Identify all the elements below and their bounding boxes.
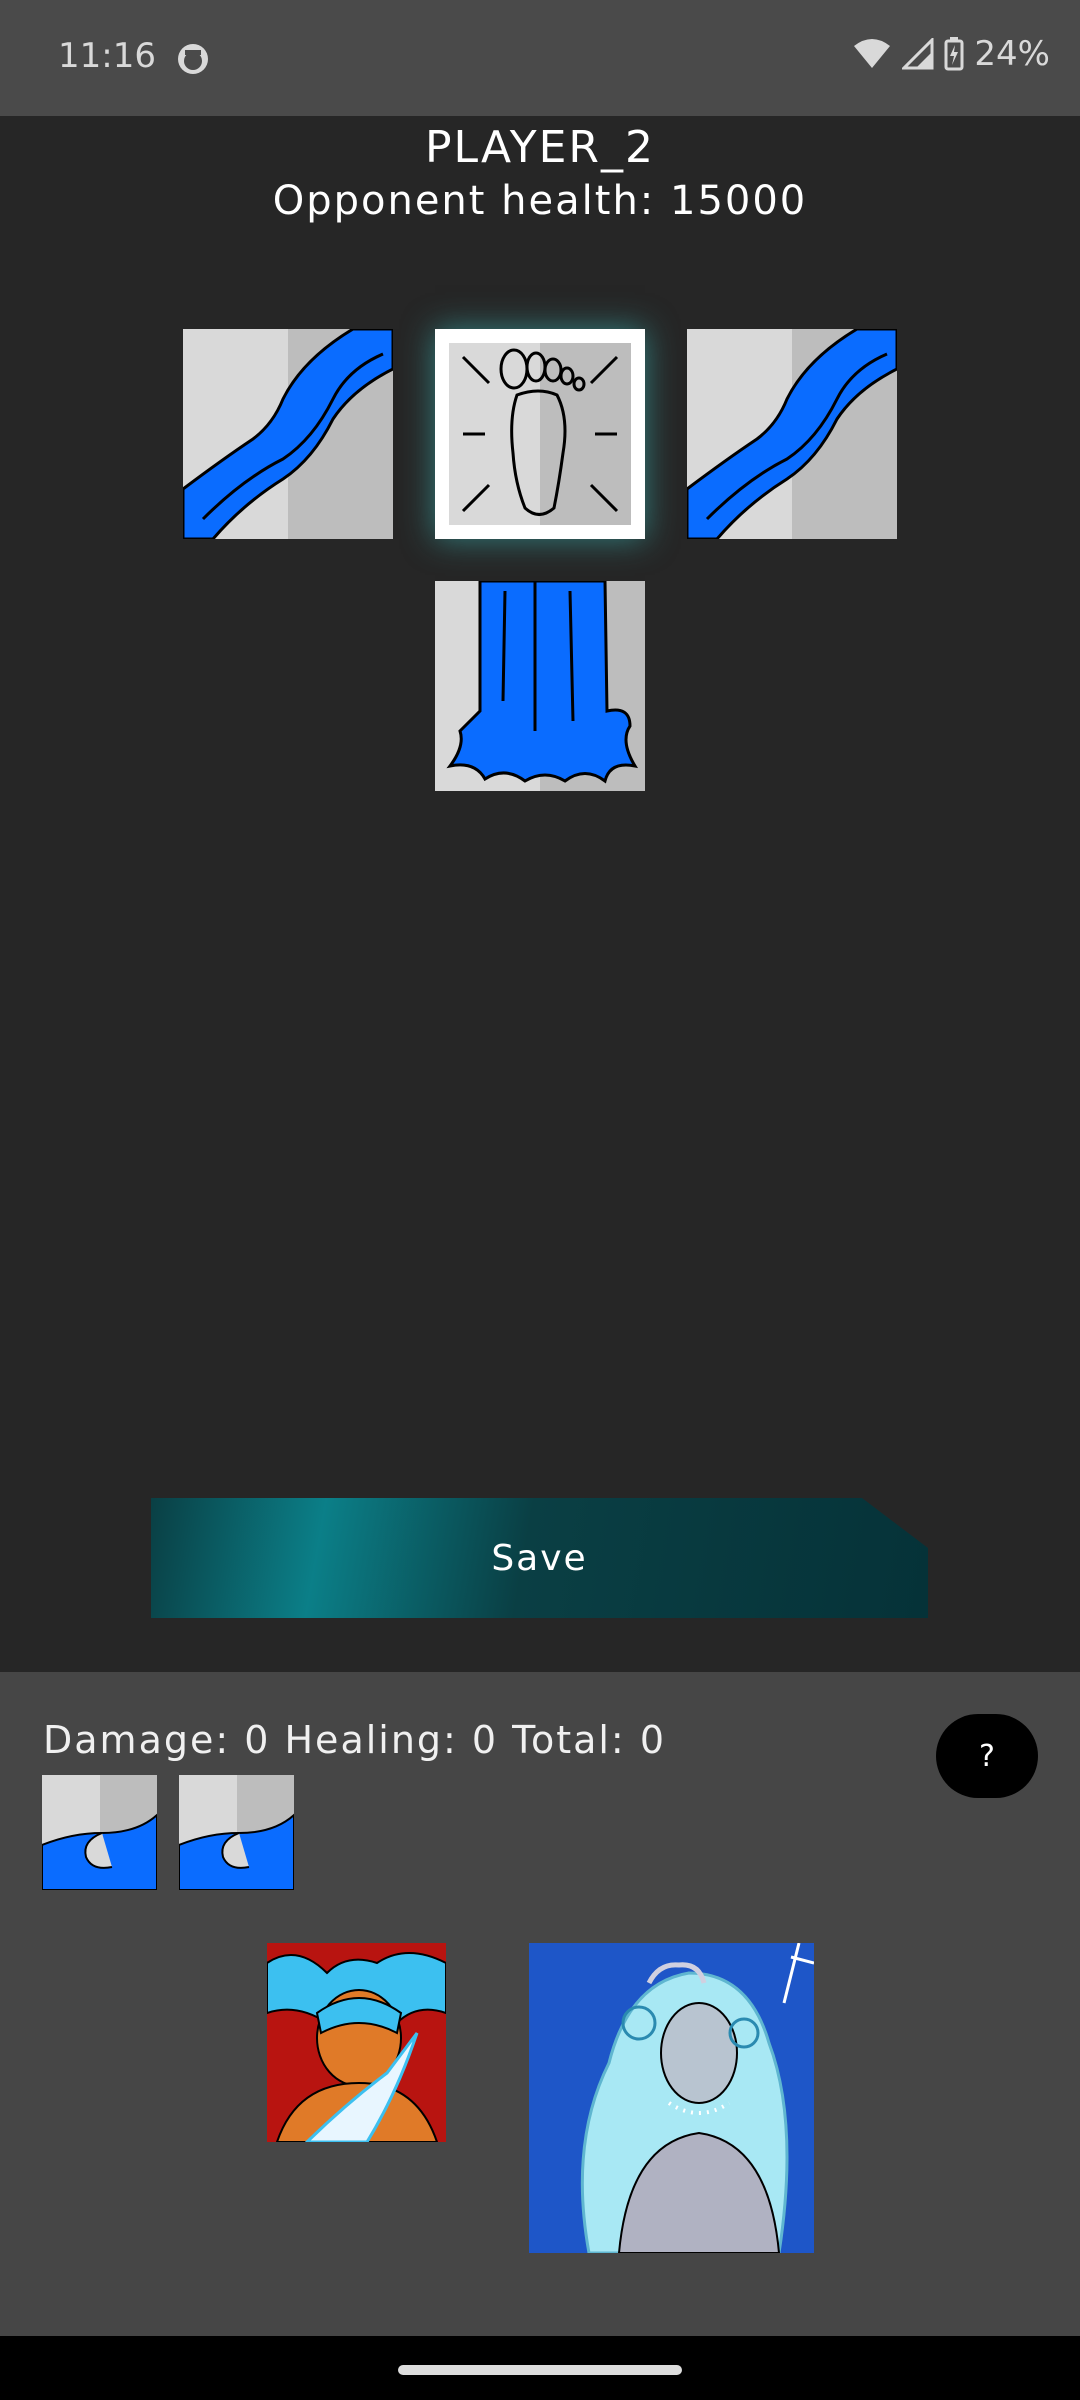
app-notification-icon [178, 44, 208, 74]
save-button[interactable]: Save [151, 1498, 928, 1618]
hand-card-wave-1[interactable] [42, 1775, 157, 1890]
wave-icon [179, 1775, 294, 1890]
river-icon [183, 329, 393, 539]
status-time: 11:16 [58, 36, 156, 76]
river-icon [687, 329, 897, 539]
portrait-ice-queen[interactable] [529, 1943, 814, 2253]
battery-icon [944, 37, 964, 71]
hand-card-wave-2[interactable] [179, 1775, 294, 1890]
opponent-health: Opponent health: 15000 [272, 178, 808, 224]
board-tile-waterfall[interactable] [435, 581, 645, 791]
board-tile-river-right[interactable] [687, 329, 897, 539]
water-warrior-portrait [267, 1943, 446, 2142]
footprint-icon [461, 343, 631, 525]
ice-queen-portrait [529, 1943, 814, 2253]
board-tile-footprint-selected[interactable] [435, 329, 645, 539]
battery-percent: 24% [974, 34, 1050, 74]
portrait-water-warrior[interactable] [267, 1943, 446, 2142]
wifi-icon [854, 39, 891, 68]
player-name: PLAYER_2 [425, 122, 655, 173]
status-bar: 11:16 24% [0, 0, 1080, 116]
home-gesture-handle[interactable] [398, 2365, 682, 2375]
wave-icon [42, 1775, 157, 1890]
game-header: PLAYER_2 Opponent health: 15000 [0, 118, 1080, 224]
status-indicators: 24% [852, 34, 1050, 74]
waterfall-icon [446, 581, 645, 791]
score-summary: Damage: 0 Healing: 0 Total: 0 [43, 1718, 666, 1762]
signal-icon [902, 38, 934, 70]
help-button[interactable]: ? [936, 1714, 1038, 1798]
board-tile-river-left[interactable] [183, 329, 393, 539]
